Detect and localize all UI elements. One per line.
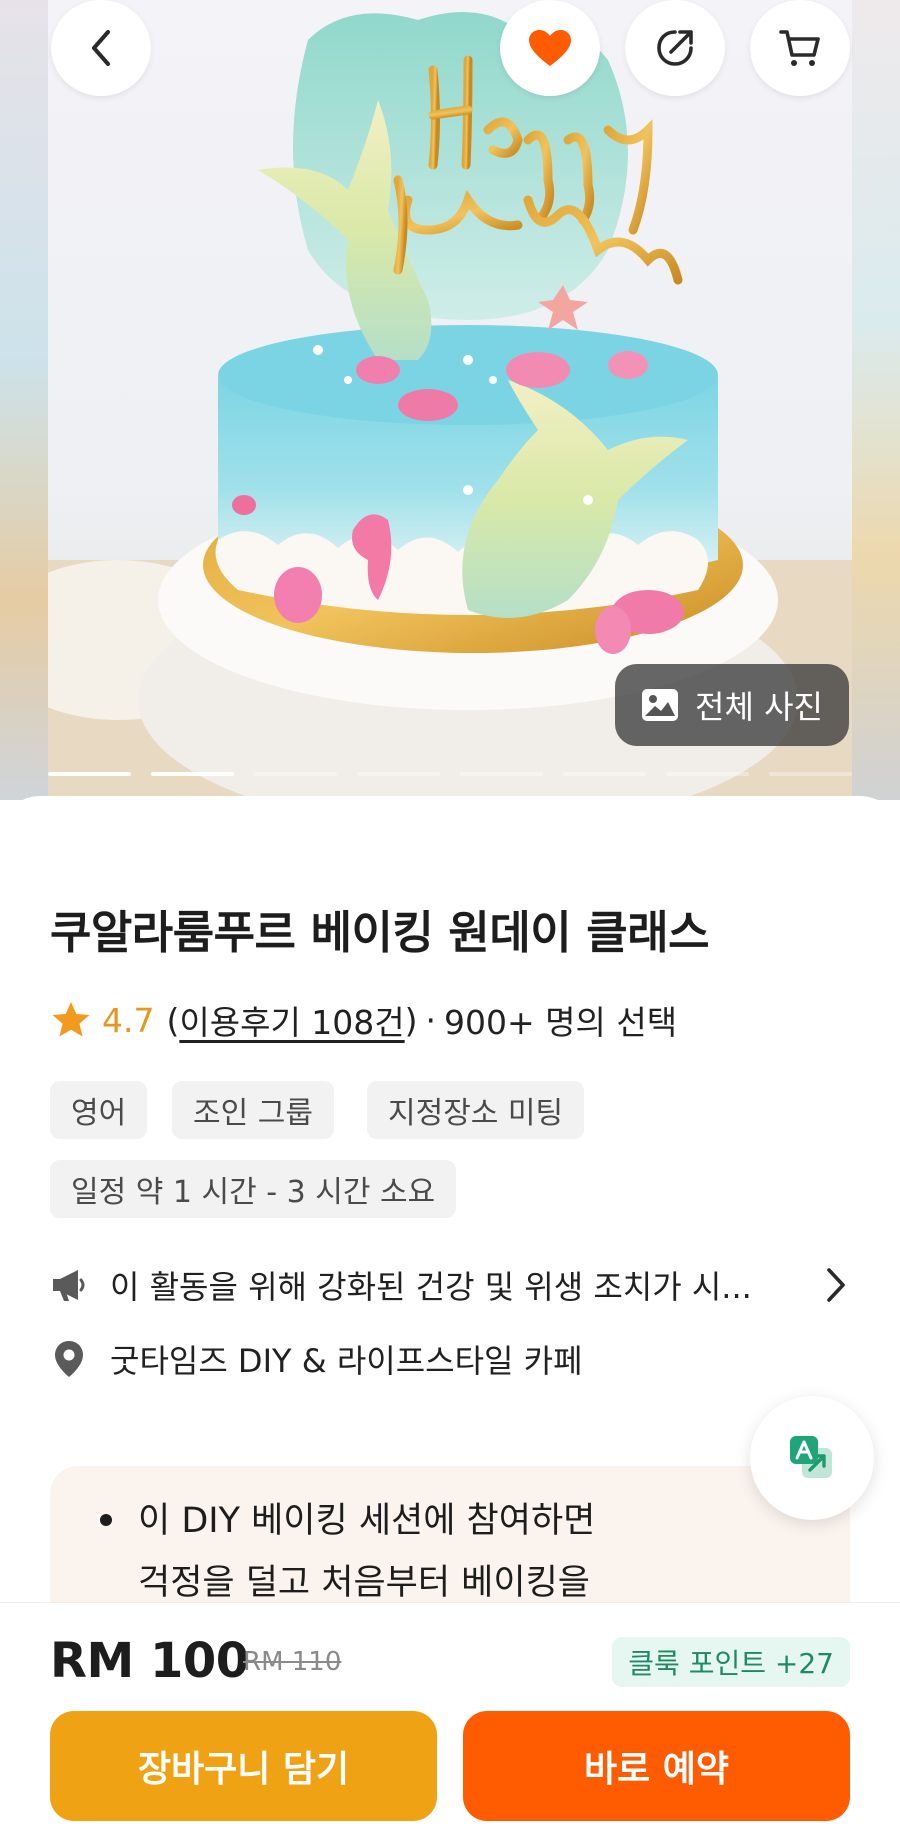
carousel-dot [666, 772, 749, 776]
health-notice-text: 이 활동을 위해 강화된 건강 및 위생 조치가 시... [110, 1268, 752, 1306]
current-price: RM 100 [50, 1633, 249, 1689]
activity-title: 쿠알라룸푸르 베이킹 원데이 클래스 [50, 906, 710, 959]
rating-summary: 4.7 ( 이용후기 108건 ) · 900+ 명의 선택 [50, 996, 677, 1044]
hero-image-carousel[interactable]: 전체 사진 [0, 0, 900, 800]
carousel-dot [151, 772, 234, 776]
booking-bar: RM 100 RM 110 클룩 포인트 +27 장바구니 담기 바로 예약 [0, 1602, 900, 1833]
carousel-dot [254, 772, 337, 776]
carousel-dot [357, 772, 440, 776]
carousel-dot [769, 772, 852, 776]
carousel-dot [563, 772, 646, 776]
participants-count: 900+ 명의 선택 [444, 1003, 678, 1042]
view-all-photos-button[interactable]: 전체 사진 [615, 664, 849, 746]
chevron-left-icon [92, 30, 110, 66]
share-button[interactable] [625, 0, 725, 96]
previous-photo-peek [0, 0, 48, 800]
tag-meeting-point: 지정장소 미팅 [367, 1081, 585, 1139]
klook-points-badge: 클룩 포인트 +27 [612, 1637, 850, 1687]
dot-separator: · [425, 1000, 437, 1040]
bullet-dot [100, 1514, 112, 1526]
carousel-indicator [48, 772, 852, 776]
tag-duration: 일정 약 1 시간 - 3 시간 소요 [50, 1160, 457, 1218]
next-photo-peek [852, 0, 900, 800]
book-now-button[interactable]: 바로 예약 [463, 1711, 850, 1821]
carousel-dot [460, 772, 543, 776]
image-icon [642, 689, 679, 721]
back-button[interactable] [51, 0, 151, 96]
tag-language: 영어 [50, 1081, 148, 1139]
location-pin-icon [55, 1341, 83, 1377]
star-icon [52, 1002, 90, 1037]
paren-open: ( [166, 1000, 180, 1040]
reviews-link[interactable]: 이용후기 108건 [179, 996, 404, 1044]
share-icon [657, 30, 693, 66]
wishlist-button[interactable] [500, 0, 600, 96]
location-text: 굿타임즈 DIY & 라이프스타일 카페 [110, 1342, 583, 1380]
add-to-cart-button[interactable]: 장바구니 담기 [50, 1711, 437, 1821]
translate-button[interactable] [750, 1396, 874, 1520]
paren-close: ) [404, 1000, 418, 1040]
heart-icon [529, 30, 571, 66]
description-line: 걱정을 덜고 처음부터 베이킹을 [138, 1563, 590, 1603]
view-all-photos-label: 전체 사진 [695, 688, 823, 726]
description-line: 이 DIY 베이킹 세션에 참여하면 [138, 1501, 596, 1541]
location-row[interactable]: 굿타임즈 DIY & 라이프스타일 카페 [50, 1336, 850, 1382]
carousel-dot [48, 772, 131, 776]
rating-score: 4.7 [102, 1000, 155, 1040]
cart-button[interactable] [750, 0, 850, 96]
tag-join-group: 조인 그룹 [172, 1081, 334, 1139]
cart-icon [779, 30, 820, 66]
original-price: RM 110 [243, 1647, 342, 1677]
megaphone-icon [53, 1270, 85, 1301]
translate-icon [790, 1436, 832, 1478]
health-notice-row[interactable]: 이 활동을 위해 강화된 건강 및 위생 조치가 시... [50, 1262, 850, 1308]
chevron-right-icon [827, 1268, 845, 1302]
